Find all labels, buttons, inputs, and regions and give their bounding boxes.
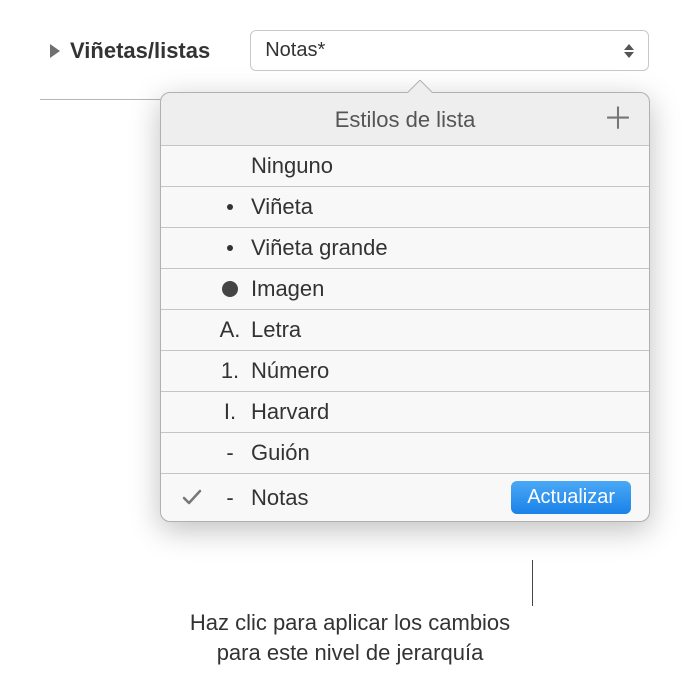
style-name: Harvard	[251, 399, 631, 425]
update-style-button[interactable]: Actualizar	[511, 481, 631, 514]
style-name: Imagen	[251, 276, 631, 302]
style-row-ninguno[interactable]: Ninguno	[161, 146, 649, 187]
style-row-notas[interactable]: - Notas Actualizar	[161, 474, 649, 521]
callout-leader-line	[532, 560, 533, 606]
style-row-vineta-grande[interactable]: Viñeta grande	[161, 228, 649, 269]
bullet-preview	[209, 281, 251, 297]
section-bullets-lists[interactable]: Viñetas/listas	[50, 38, 210, 64]
style-name: Viñeta	[251, 194, 631, 220]
bullet-preview	[209, 245, 251, 251]
style-row-guion[interactable]: - Guión	[161, 433, 649, 474]
checkmark-icon	[175, 489, 209, 507]
popover-title: Estilos de lista	[335, 107, 476, 133]
style-name: Notas	[251, 485, 511, 511]
popover-arrow-icon	[406, 80, 432, 93]
style-row-numero[interactable]: 1. Número	[161, 351, 649, 392]
list-style-dropdown[interactable]: Notas*	[250, 30, 649, 71]
style-row-imagen[interactable]: Imagen	[161, 269, 649, 310]
style-name: Guión	[251, 440, 631, 466]
style-name: Letra	[251, 317, 631, 343]
add-style-button[interactable]: ＋	[603, 105, 633, 135]
bullet-preview: A.	[209, 317, 251, 343]
style-name: Número	[251, 358, 631, 384]
callout-line1: Haz clic para aplicar los cambios	[190, 610, 510, 635]
style-row-letra[interactable]: A. Letra	[161, 310, 649, 351]
disclosure-triangle-icon	[50, 44, 60, 58]
dropdown-value: Notas*	[265, 39, 325, 62]
list-styles-popover: Estilos de lista ＋ Ninguno Viñeta Viñeta…	[160, 92, 650, 522]
style-row-harvard[interactable]: I. Harvard	[161, 392, 649, 433]
callout-line2: para este nivel de jerarquía	[217, 640, 484, 665]
bullet-preview: 1.	[209, 358, 251, 384]
style-row-vineta[interactable]: Viñeta	[161, 187, 649, 228]
callout-text: Haz clic para aplicar los cambios para e…	[70, 608, 630, 667]
section-label-text: Viñetas/listas	[70, 38, 210, 64]
bullet-preview: -	[209, 485, 251, 511]
bullet-preview: I.	[209, 399, 251, 425]
style-name: Viñeta grande	[251, 235, 631, 261]
style-list: Ninguno Viñeta Viñeta grande Imagen A. L…	[161, 145, 649, 521]
style-name: Ninguno	[251, 153, 631, 179]
bullet-preview: -	[209, 440, 251, 466]
bullet-preview	[209, 204, 251, 210]
chevron-up-down-icon	[624, 44, 634, 58]
